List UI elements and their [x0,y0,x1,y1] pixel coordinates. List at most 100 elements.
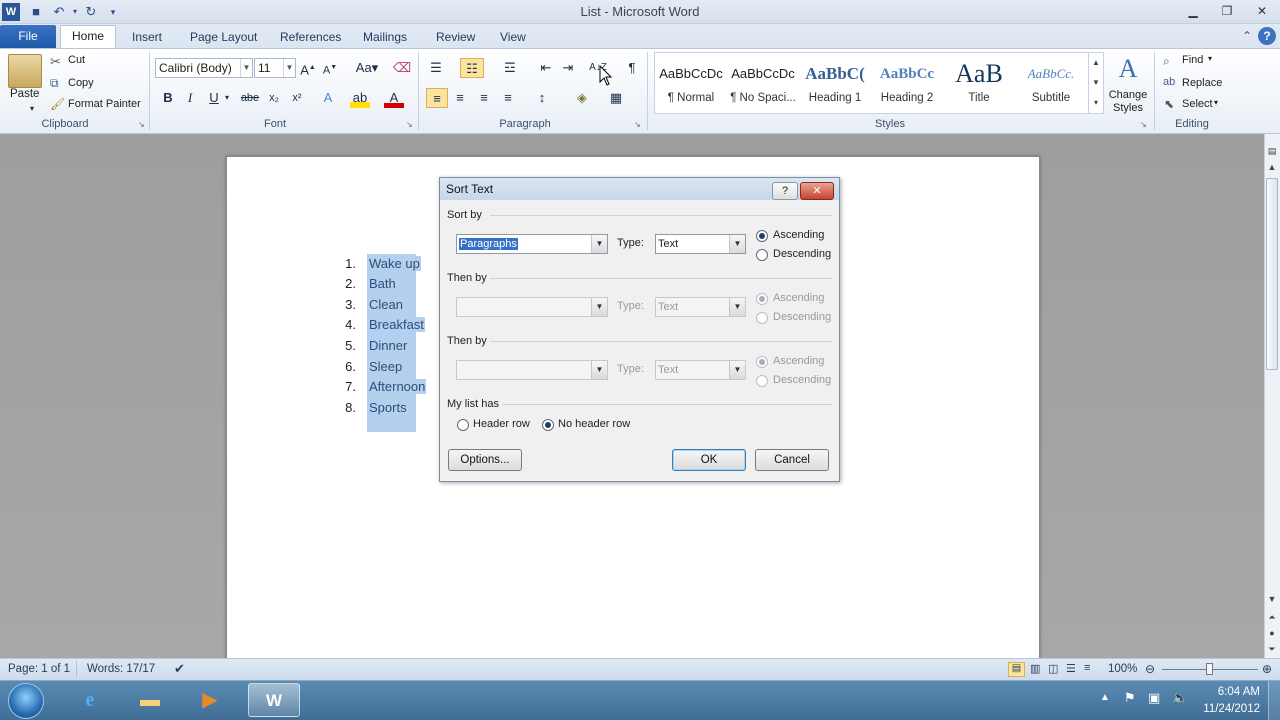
list-item[interactable]: Wake up [368,256,421,271]
tab-references[interactable]: References [278,28,343,48]
ascending-radio-disabled[interactable] [756,356,768,368]
tab-home[interactable]: Home [60,25,116,49]
italic-icon[interactable]: I [180,88,200,108]
font-color-icon[interactable]: A [384,88,404,108]
list-item[interactable]: Breakfast [368,317,425,332]
select-button[interactable]: Select [1182,98,1213,110]
tab-review[interactable]: Review [434,28,477,48]
close-icon[interactable]: ✕ [1248,2,1276,20]
clock-time[interactable]: 6:04 AM [1198,686,1260,698]
paste-icon[interactable] [8,54,42,88]
then-by-combo-1[interactable]: ▼ [456,297,608,317]
dialog-close-icon[interactable]: ✕ [800,182,834,200]
style-no-spacing[interactable]: AaBbCcDc ¶ No Spaci... [728,54,798,112]
next-page-icon[interactable]: ⏷ [1265,642,1279,656]
styles-scroll[interactable]: ▲ ▼ ▾ [1088,53,1103,113]
list-item[interactable]: Afternoon [368,379,427,394]
page-count[interactable]: Page: 1 of 1 [8,663,70,675]
tab-page-layout[interactable]: Page Layout [188,28,259,48]
ascending-radio[interactable] [756,230,768,242]
show-desktop-button[interactable] [1268,681,1280,720]
style-title[interactable]: AaB Title [944,54,1014,112]
style-normal[interactable]: AaBbCcDc ¶ Normal [656,54,726,112]
line-spacing-icon[interactable]: ↕ [532,88,552,108]
scroll-up-icon[interactable]: ▲ [1265,160,1279,174]
type-combo-disabled[interactable]: Text ▼ [655,360,746,380]
tab-file[interactable]: File [0,25,56,48]
media-player-icon[interactable]: ▶ [184,683,236,717]
list-item[interactable]: Dinner [368,338,409,353]
paragraph-launcher-icon[interactable]: ↘ [634,120,641,129]
header-row-radio[interactable] [457,419,469,431]
chevron-down-icon[interactable]: ▼ [240,59,252,77]
font-size-combo[interactable]: 11 ▼ [254,58,296,78]
copy-button[interactable]: Copy [68,77,94,89]
web-layout-icon[interactable]: ◫ [1048,662,1058,675]
outline-icon[interactable]: ☰ [1066,662,1076,675]
options-button[interactable]: Options... [448,449,522,471]
print-layout-icon[interactable]: ▤ [1008,662,1025,677]
strikethrough-icon[interactable]: abe [240,88,260,108]
align-center-icon[interactable]: ≡ [450,88,470,108]
clear-formatting-icon[interactable]: ⌫ [392,58,412,78]
scroll-down-icon[interactable]: ▼ [1265,592,1279,606]
increase-indent-icon[interactable]: ⇥ [558,58,578,78]
bold-icon[interactable]: B [158,88,178,108]
find-dropdown-icon[interactable]: ▾ [1208,54,1212,63]
grow-font-icon[interactable]: A▲ [298,58,318,78]
minimize-ribbon-icon[interactable]: ⌃ [1240,27,1254,47]
font-name-combo[interactable]: Calibri (Body) ▼ [155,58,253,78]
descending-radio-disabled[interactable] [756,312,768,324]
list-item[interactable]: Bath [368,276,397,291]
decrease-indent-icon[interactable]: ⇤ [536,58,556,78]
borders-icon[interactable]: ▦ [606,88,626,108]
volume-icon[interactable]: 🔈 [1172,690,1188,706]
no-header-row-radio[interactable] [542,419,554,431]
proofing-icon[interactable]: ✔ [174,661,185,677]
browse-object-icon[interactable]: ● [1265,626,1279,640]
highlight-icon[interactable]: ab [350,88,370,108]
draft-icon[interactable]: ≡ [1084,662,1090,674]
change-styles-icon[interactable]: A [1116,54,1140,84]
justify-icon[interactable]: ≡ [498,88,518,108]
multilevel-list-icon[interactable]: ☲ [500,58,520,78]
scroll-thumb[interactable] [1266,178,1278,370]
tab-insert[interactable]: Insert [130,28,164,48]
chevron-down-icon[interactable]: ▼ [591,298,607,316]
chevron-down-icon[interactable]: ▼ [729,361,745,379]
show-formatting-icon[interactable]: ¶ [622,58,642,78]
minimize-icon[interactable]: ▁ [1179,2,1207,20]
clock-date[interactable]: 11/24/2012 [1190,703,1260,715]
sort-by-combo[interactable]: Paragraphs ▼ [456,234,608,254]
chevron-down-icon[interactable]: ▼ [591,361,607,379]
align-left-icon[interactable]: ≡ [426,88,448,108]
folder-icon[interactable]: ▬ [124,683,176,717]
list-item[interactable]: Sports [368,400,408,415]
superscript-icon[interactable]: x² [287,88,307,108]
chevron-down-icon[interactable]: ▼ [591,235,607,253]
full-screen-reading-icon[interactable]: ▥ [1030,662,1040,675]
then-by-combo-2[interactable]: ▼ [456,360,608,380]
ascending-radio-disabled[interactable] [756,293,768,305]
word-count[interactable]: Words: 17/17 [87,663,155,675]
zoom-in-icon[interactable]: ⊕ [1262,662,1272,676]
word-taskbar-icon[interactable]: W [248,683,300,717]
select-dropdown-icon[interactable]: ▾ [1214,98,1218,107]
chevron-down-icon[interactable]: ▼ [729,235,745,253]
change-styles-button[interactable]: Change Styles [1108,89,1148,115]
format-painter-button[interactable]: Format Painter [68,98,141,110]
clipboard-launcher-icon[interactable]: ↘ [138,120,145,129]
style-heading-1[interactable]: AaBbC(Heading 1 [800,54,870,112]
descending-radio[interactable] [756,249,768,261]
type-combo[interactable]: Text ▼ [655,234,746,254]
help-icon[interactable]: ? [1258,27,1276,45]
style-subtitle[interactable]: AaBbCc. Subtitle [1016,54,1086,112]
network-icon[interactable]: ▣ [1148,690,1160,706]
cut-button[interactable]: Cut [68,54,85,66]
paste-button[interactable]: Paste [10,88,39,100]
zoom-slider-thumb[interactable] [1206,663,1213,675]
start-button-icon[interactable] [8,683,44,719]
tab-view[interactable]: View [498,28,528,48]
underline-dropdown-icon[interactable]: ▾ [222,88,232,108]
change-case-icon[interactable]: Aa▾ [354,58,380,78]
